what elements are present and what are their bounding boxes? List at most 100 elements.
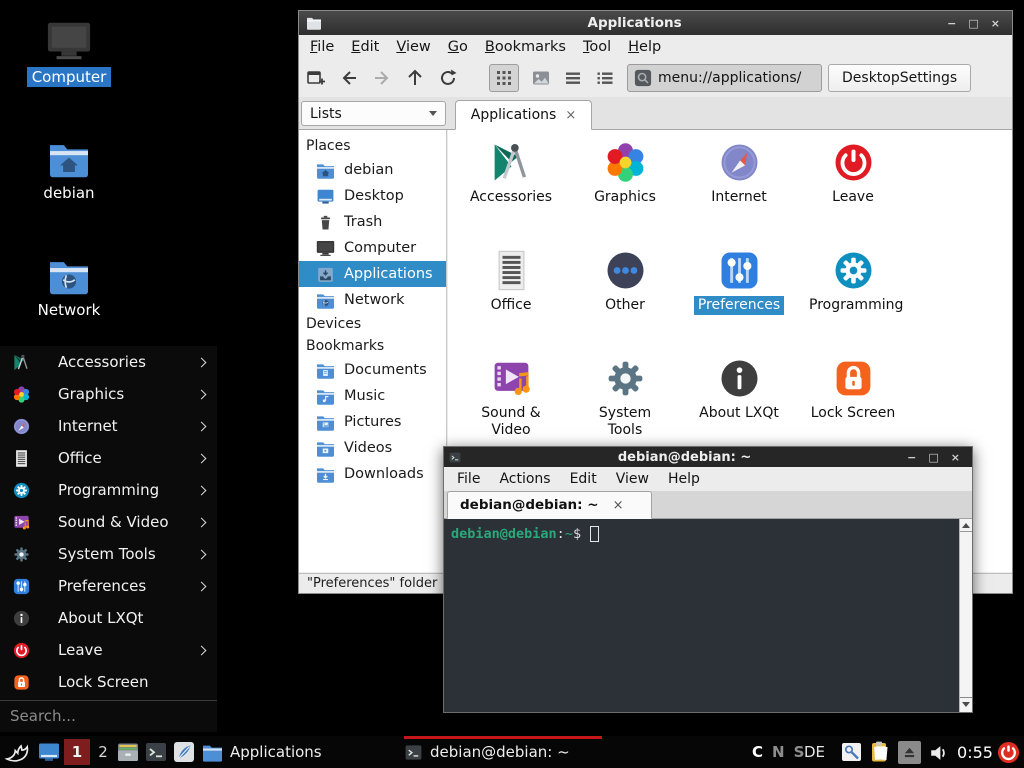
start-menu-button[interactable] — [4, 740, 31, 764]
internet-icon — [717, 140, 762, 185]
menu-item-internet[interactable]: Internet — [0, 410, 217, 442]
reload-icon[interactable] — [438, 68, 458, 88]
compact-view-icon[interactable] — [563, 68, 583, 88]
grid-item-office[interactable]: Office — [454, 248, 568, 356]
menu-edit[interactable]: Edit — [351, 39, 379, 55]
clipboard-tray-icon[interactable] — [868, 740, 892, 764]
side-pane-mode-select[interactable]: Lists — [301, 101, 446, 126]
text-editor-launcher[interactable] — [172, 740, 196, 764]
sidebar-item-debian[interactable]: debian — [299, 157, 446, 183]
menu-item-leave[interactable]: Leave — [0, 634, 217, 666]
terminal-launcher[interactable] — [144, 740, 168, 764]
grid-item-graphics[interactable]: Graphics — [568, 140, 682, 248]
sidebar-item-music[interactable]: Music — [299, 383, 446, 409]
show-desktop-button[interactable] — [37, 740, 61, 764]
icon-view-button[interactable] — [489, 64, 519, 92]
removable-media-button[interactable] — [898, 741, 921, 764]
menu-item-preferences[interactable]: Preferences — [0, 570, 217, 602]
tab-close-icon[interactable]: × — [613, 498, 624, 513]
scroll-up-icon[interactable] — [960, 519, 972, 532]
volume-button[interactable] — [927, 741, 950, 764]
menu-go[interactable]: Go — [448, 39, 468, 55]
leave-icon — [12, 641, 31, 660]
menu-view[interactable]: View — [396, 39, 430, 55]
up-icon[interactable] — [405, 68, 425, 88]
screenshot-tray-icon[interactable] — [840, 740, 864, 764]
terminal-tab[interactable]: debian@debian: ~ × — [447, 491, 652, 519]
tab-strip: Lists Applications × — [299, 97, 1012, 130]
menu-help[interactable]: Help — [668, 471, 700, 487]
grid-item-programming[interactable]: Programming — [796, 248, 910, 356]
sidebar-item-computer[interactable]: Computer — [299, 235, 446, 261]
keyboard-layout-indicator[interactable]: DE — [804, 736, 825, 768]
menu-item-programming[interactable]: Programming — [0, 474, 217, 506]
close-button[interactable]: × — [991, 18, 1000, 29]
prompt-symbol: $ — [573, 526, 581, 542]
menu-view[interactable]: View — [616, 471, 649, 487]
submenu-arrow-icon — [197, 581, 207, 591]
thumbnail-view-icon[interactable] — [531, 68, 551, 88]
grid-item-leave[interactable]: Leave — [796, 140, 910, 248]
tab-applications[interactable]: Applications × — [455, 100, 592, 130]
minimize-button[interactable]: − — [947, 18, 956, 29]
desktop-icon-debian[interactable]: debian — [18, 140, 120, 203]
grid-item-preferences[interactable]: Preferences — [682, 248, 796, 356]
menu-file[interactable]: File — [457, 471, 480, 487]
task-button-terminal[interactable]: debian@debian: ~ — [404, 736, 602, 768]
grid-item-accessories[interactable]: Accessories — [454, 140, 568, 248]
maximize-button[interactable]: □ — [968, 18, 978, 29]
side-pane-mode-value: Lists — [310, 106, 342, 122]
menu-edit[interactable]: Edit — [570, 471, 597, 487]
menu-help[interactable]: Help — [628, 39, 661, 55]
menu-item-sound-video[interactable]: Sound & Video — [0, 506, 217, 538]
maximize-button[interactable]: □ — [928, 452, 938, 463]
start-menu: Accessories Graphics Internet Office Pro… — [0, 346, 217, 732]
scrollbar[interactable] — [959, 519, 972, 712]
menu-item-graphics[interactable]: Graphics — [0, 378, 217, 410]
scroll-down-icon[interactable] — [960, 697, 972, 710]
desktop-icon-computer[interactable]: Computer — [18, 20, 120, 87]
minimize-button[interactable]: − — [907, 452, 916, 463]
menu-bookmarks[interactable]: Bookmarks — [485, 39, 566, 55]
tab-close-icon[interactable]: × — [565, 108, 576, 123]
sidebar-item-trash[interactable]: Trash — [299, 209, 446, 235]
sidebar-item-applications[interactable]: Applications — [299, 261, 446, 287]
grid-item-internet[interactable]: Internet — [682, 140, 796, 248]
sidebar-item-downloads[interactable]: Downloads — [299, 461, 446, 487]
sidebar-item-network[interactable]: Network — [299, 287, 446, 313]
window-titlebar[interactable]: Applications − □ × — [299, 11, 1012, 35]
sidebar-item-desktop[interactable]: Desktop — [299, 183, 446, 209]
leave-button[interactable] — [997, 741, 1020, 764]
keyboard-indicator[interactable]: C N S — [752, 736, 804, 768]
menu-tool[interactable]: Tool — [583, 39, 611, 55]
menu-item-about-lxqt[interactable]: About LXQt — [0, 602, 217, 634]
back-icon[interactable] — [339, 68, 359, 88]
path-bar[interactable]: menu://applications/ — [627, 64, 822, 92]
workspace-2-button[interactable]: 2 — [94, 739, 112, 765]
active-task-indicator — [404, 736, 602, 739]
task-button-applications[interactable]: Applications — [202, 736, 400, 768]
close-button[interactable]: × — [951, 452, 960, 463]
terminal-output[interactable]: debian@debian:~$ — [444, 519, 972, 712]
menu-item-lock-screen[interactable]: Lock Screen — [0, 666, 217, 698]
menu-item-office[interactable]: Office — [0, 442, 217, 474]
desktop-icon-network[interactable]: Network — [18, 257, 120, 320]
sidebar-item-videos[interactable]: Videos — [299, 435, 446, 461]
search-input[interactable]: Search... — [0, 700, 217, 730]
desktop-settings-button[interactable]: DesktopSettings — [828, 64, 971, 92]
sidebar-item-documents[interactable]: Documents — [299, 357, 446, 383]
menu-actions[interactable]: Actions — [499, 471, 550, 487]
new-tab-icon[interactable] — [306, 68, 326, 88]
terminal-icon — [404, 743, 423, 762]
file-manager-launcher[interactable] — [116, 740, 140, 764]
clock[interactable]: 0:55 — [955, 736, 995, 768]
workspace-1-button[interactable]: 1 — [64, 739, 90, 765]
sidebar-item-pictures[interactable]: Pictures — [299, 409, 446, 435]
menu-file[interactable]: File — [310, 39, 334, 55]
window-titlebar[interactable]: debian@debian: ~ − □ × — [444, 447, 972, 467]
menu-item-system-tools[interactable]: System Tools — [0, 538, 217, 570]
menu-item-accessories[interactable]: Accessories — [0, 346, 217, 378]
music-folder-icon — [316, 388, 335, 405]
detailed-view-icon[interactable] — [595, 68, 615, 88]
grid-item-other[interactable]: Other — [568, 248, 682, 356]
